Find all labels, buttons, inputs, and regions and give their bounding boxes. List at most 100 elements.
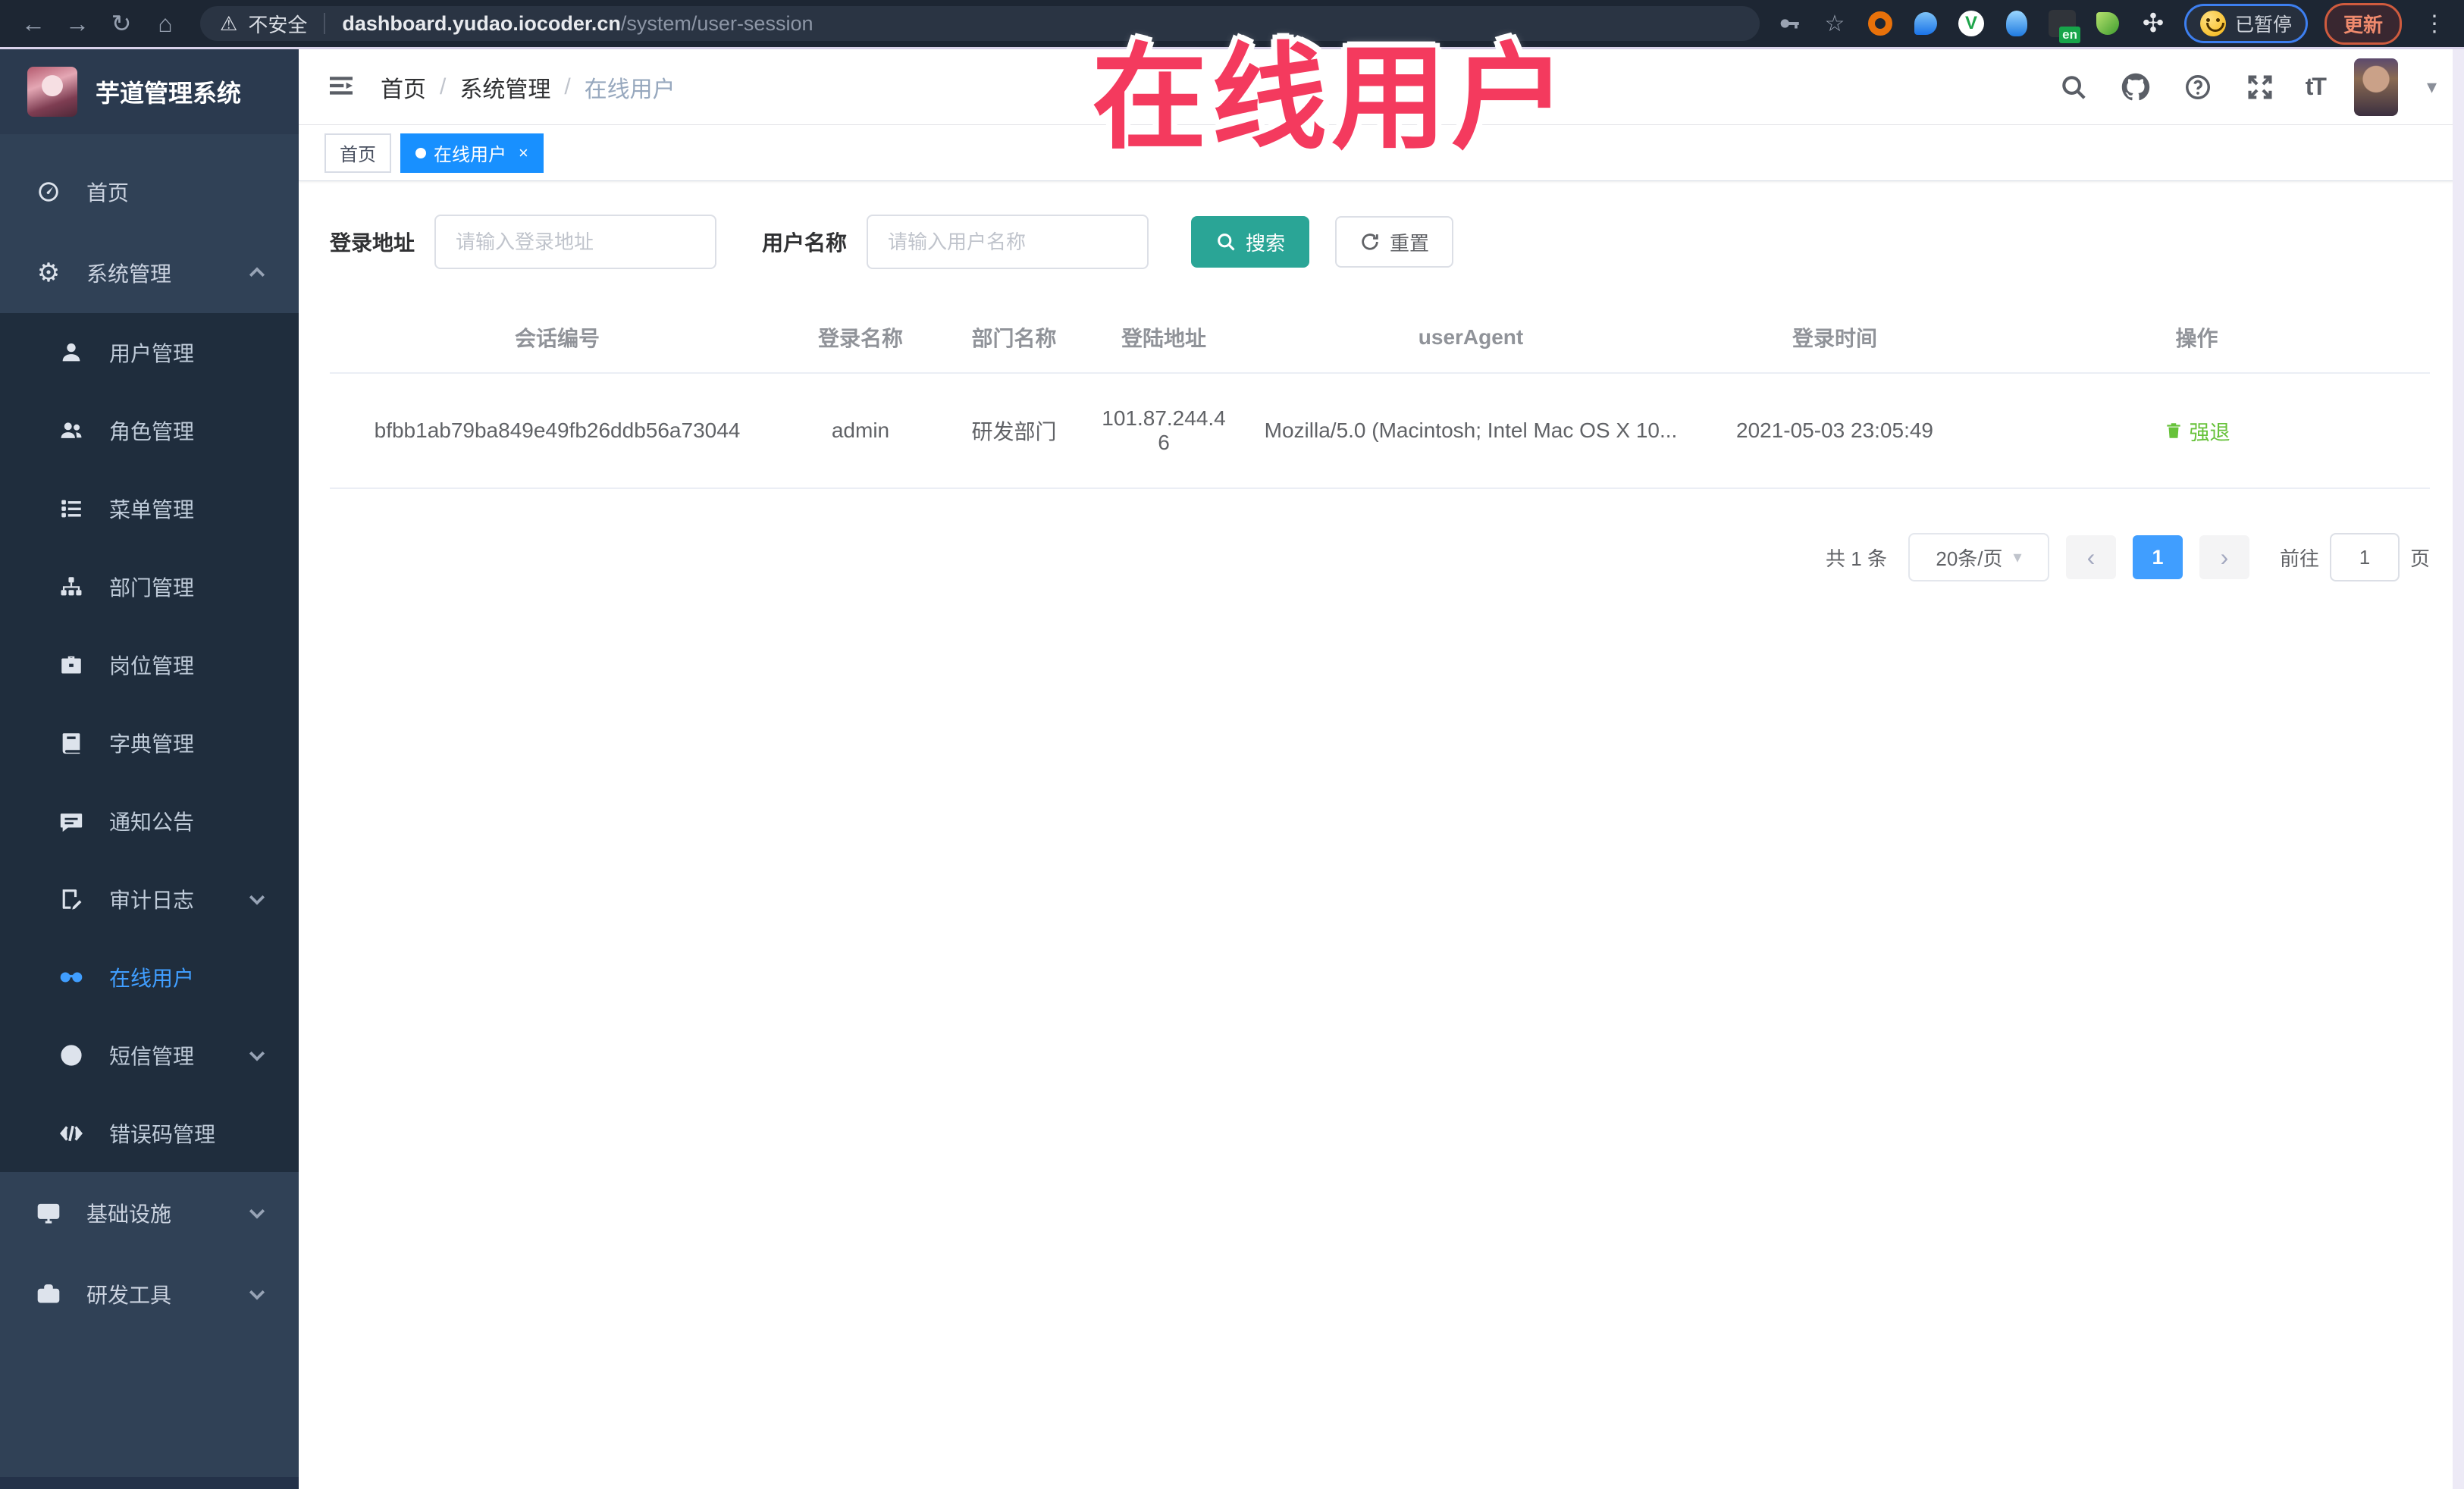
goto-page-input[interactable] <box>2329 533 2400 581</box>
browser-update-button[interactable]: 更新 <box>2324 2 2402 45</box>
breadcrumb: 首页 / 系统管理 / 在线用户 <box>381 71 676 104</box>
audit-log-icon <box>56 884 86 914</box>
sidebar: 芋道管理系统 首页 ⚙ 系统管理 用户管理 角色管理 菜单管理 部门管理 岗位管… <box>0 49 299 1489</box>
online-users-table: 会话编号 登录名称 部门名称 登陆地址 userAgent 登录时间 操作 bf… <box>330 303 2430 489</box>
infrastructure-icon <box>33 1198 64 1228</box>
sidebar-item-dev-tools[interactable]: 研发工具 <box>0 1253 299 1334</box>
sidebar-item-user-management[interactable]: 用户管理 <box>0 313 299 391</box>
browser-menu-kebab-icon[interactable]: ⋮ <box>2419 11 2450 37</box>
sidebar-item-audit-log[interactable]: 审计日志 <box>0 860 299 938</box>
sidebar-item-system-management[interactable]: ⚙ 系统管理 <box>0 232 299 313</box>
page-scrollbar[interactable] <box>2453 49 2464 1489</box>
extension-orange-ring-icon[interactable] <box>1866 9 1895 38</box>
username-input[interactable] <box>867 215 1149 269</box>
chevron-down-icon <box>246 1202 268 1224</box>
page-size-select[interactable]: 20条/页 ▾ <box>1908 533 2049 581</box>
extension-sql-icon[interactable]: en <box>2048 9 2080 43</box>
extension-green-v-icon[interactable]: V <box>1957 9 1986 38</box>
sidebar-item-label: 字典管理 <box>109 732 195 756</box>
sidebar-item-notice-announcement[interactable]: 通知公告 <box>0 782 299 860</box>
breadcrumb-home[interactable]: 首页 <box>381 71 426 104</box>
goto-page-group: 前往 页 <box>2280 533 2430 581</box>
next-page-button[interactable]: › <box>2199 535 2249 579</box>
github-icon[interactable] <box>2119 71 2152 104</box>
password-key-icon[interactable] <box>1775 9 1804 38</box>
column-header-session-id: 会话编号 <box>514 327 600 350</box>
search-button-label: 搜索 <box>1246 231 1286 255</box>
sidebar-item-label: 短信管理 <box>109 1044 195 1068</box>
search-button-icon <box>1218 234 1235 251</box>
hamburger-icon[interactable] <box>326 71 359 104</box>
tab-online-users[interactable]: 在线用户 × <box>400 133 544 173</box>
reset-button[interactable]: 重置 <box>1335 216 1454 268</box>
force-logout-button[interactable]: 强退 <box>2164 416 2230 446</box>
sidebar-item-label: 岗位管理 <box>109 654 195 678</box>
browser-forward-button[interactable]: → <box>58 5 97 42</box>
sidebar-item-label: 审计日志 <box>109 888 195 912</box>
breadcrumb-system-management[interactable]: 系统管理 <box>459 71 550 104</box>
sidebar-item-sms-management[interactable]: 短信管理 <box>0 1016 299 1094</box>
tab-close-icon[interactable]: × <box>519 143 528 163</box>
sidebar-item-menu-management[interactable]: 菜单管理 <box>0 469 299 547</box>
extension-green-leaf-icon[interactable] <box>2093 9 2122 38</box>
breadcrumb-current-page: 在线用户 <box>584 77 676 102</box>
extension-blue-flame-icon[interactable] <box>2002 9 2031 38</box>
sidebar-item-role-management[interactable]: 角色管理 <box>0 391 299 469</box>
sidebar-item-infrastructure[interactable]: 基础设施 <box>0 1172 299 1253</box>
cell-login-address: 101.87.244.46 <box>1102 406 1226 454</box>
roles-icon <box>56 415 86 446</box>
sidebar-item-label: 在线用户 <box>109 966 195 990</box>
cell-user-agent: Mozilla/5.0 (Macintosh; Intel Mac OS X 1… <box>1264 418 1678 442</box>
sidebar-item-dictionary-management[interactable]: 字典管理 <box>0 704 299 782</box>
sidebar-logo-row[interactable]: 芋道管理系统 <box>0 49 299 134</box>
tab-home[interactable]: 首页 <box>324 133 391 173</box>
help-icon[interactable] <box>2181 71 2215 104</box>
page-size-value: 20条/页 <box>1936 547 2003 570</box>
bookmark-star-icon[interactable]: ☆ <box>1820 9 1849 38</box>
fullscreen-icon[interactable] <box>2243 71 2277 104</box>
table-header-row: 会话编号 登录名称 部门名称 登陆地址 userAgent 登录时间 操作 <box>330 303 2430 374</box>
user-avatar[interactable] <box>2353 58 2398 116</box>
prev-page-button[interactable]: ‹ <box>2065 535 2116 579</box>
font-size-icon[interactable]: tT <box>2306 73 2327 101</box>
pagination-bar: 共 1 条 20条/页 ▾ ‹ 1 › 前往 页 <box>330 533 2430 581</box>
app-logo <box>27 67 77 117</box>
user-menu-caret-icon[interactable]: ▾ <box>2427 75 2437 99</box>
column-header-actions: 操作 <box>2175 327 2218 350</box>
profile-paused-chip[interactable]: 已暂停 <box>2183 4 2308 43</box>
column-header-login-name: 登录名称 <box>817 327 903 350</box>
error-code-icon <box>56 1118 86 1149</box>
breadcrumb-separator: / <box>440 74 447 99</box>
sidebar-item-home[interactable]: 首页 <box>0 151 299 232</box>
page-number-1[interactable]: 1 <box>2132 535 2183 579</box>
annotation-overlay: 在线用户 <box>1092 34 1571 163</box>
dictionary-icon <box>56 728 86 758</box>
sidebar-item-online-users[interactable]: 在线用户 <box>0 938 299 1016</box>
browser-reload-button[interactable]: ↻ <box>102 5 141 42</box>
column-header-login-address: 登陆地址 <box>1121 327 1206 350</box>
search-button[interactable]: 搜索 <box>1191 216 1310 268</box>
browser-home-button[interactable]: ⌂ <box>146 5 185 42</box>
not-secure-label[interactable]: 不安全 <box>248 10 307 38</box>
chevron-up-icon <box>246 262 268 284</box>
sidebar-item-error-code-management[interactable]: 错误码管理 <box>0 1094 299 1172</box>
sidebar-item-label: 基础设施 <box>86 1202 172 1226</box>
login-address-input[interactable] <box>434 215 717 269</box>
search-filter-form: 登录地址 用户名称 搜索 重置 <box>330 215 2430 269</box>
browser-back-button[interactable]: ← <box>14 5 53 42</box>
search-icon[interactable] <box>2057 71 2090 104</box>
chevron-down-icon <box>246 888 268 911</box>
column-header-user-agent: userAgent <box>1418 325 1524 349</box>
tab-label: 首页 <box>340 145 376 165</box>
sidebar-item-label: 通知公告 <box>109 810 195 834</box>
force-logout-label: 强退 <box>2189 421 2230 444</box>
extension-blue-drop-icon[interactable] <box>1911 9 1940 38</box>
sidebar-item-post-management[interactable]: 岗位管理 <box>0 625 299 704</box>
briefcase-icon <box>56 650 86 680</box>
page-suffix-label: 页 <box>2409 547 2430 570</box>
cell-session-id: bfbb1ab79ba849e49fb26ddb56a73044 <box>374 418 741 442</box>
sidebar-item-department-management[interactable]: 部门管理 <box>0 547 299 625</box>
extensions-pinwheel-icon[interactable]: ✣ <box>2139 9 2168 38</box>
username-label: 用户名称 <box>762 231 848 255</box>
refresh-icon <box>1362 234 1378 250</box>
